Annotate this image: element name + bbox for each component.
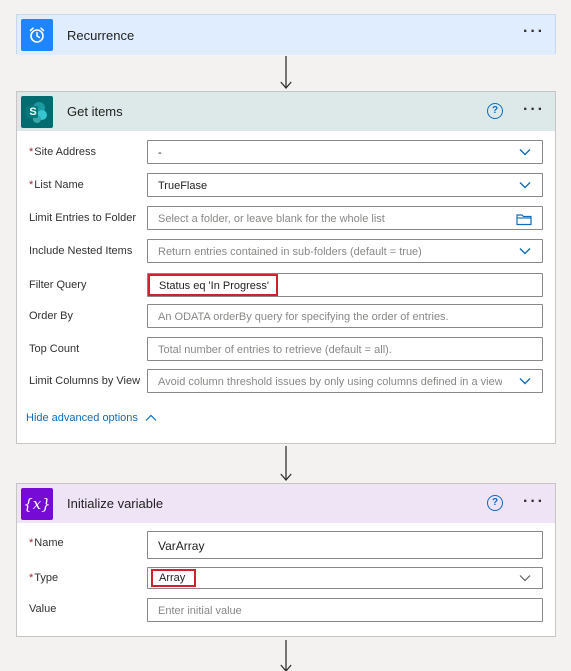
recurrence-card[interactable]: Recurrence ··· [16, 14, 556, 55]
get-items-title: Get items [67, 104, 123, 119]
variable-type-value: Array [159, 572, 186, 584]
get-items-card: S Get items ? ··· *Site Address - *List … [16, 91, 556, 444]
include-nested-placeholder: Return entries contained in sub-folders … [158, 246, 422, 258]
filter-query-value: Status eq 'In Progress' [159, 280, 269, 292]
get-items-more-menu-icon[interactable]: ··· [523, 101, 545, 119]
variable-value-placeholder: Enter initial value [158, 605, 242, 617]
connector-arrow-1 [280, 56, 292, 89]
connector-arrow-3 [280, 640, 292, 671]
list-name-value: TrueFlase [158, 180, 208, 192]
include-nested-label: Include Nested Items [29, 245, 133, 257]
top-count-row: Top Count Total number of entries to ret… [17, 337, 555, 363]
chevron-down-icon[interactable] [518, 571, 532, 585]
connector-arrow-2 [280, 446, 292, 481]
hide-advanced-options-link[interactable]: Hide advanced options [26, 412, 158, 424]
help-icon[interactable]: ? [487, 103, 503, 119]
variable-icon-glyph: {x} [23, 494, 51, 513]
top-count-placeholder: Total number of entries to retrieve (def… [158, 344, 392, 356]
filter-query-input[interactable]: Status eq 'In Progress' [147, 273, 543, 297]
filter-query-label: Filter Query [29, 279, 87, 291]
alarm-clock-icon [21, 19, 53, 51]
order-by-row: Order By An ODATA orderBy query for spec… [17, 304, 555, 330]
variable-value-input[interactable]: Enter initial value [147, 598, 543, 622]
initialize-variable-card: {x} Initialize variable ? ··· *Name VarA… [16, 483, 556, 637]
variable-name-label: *Name [29, 537, 64, 549]
initialize-variable-more-menu-icon[interactable]: ··· [523, 493, 545, 511]
variable-type-label: *Type [29, 572, 59, 584]
variable-name-row: *Name VarArray [17, 531, 555, 559]
limit-entries-label: Limit Entries to Folder [29, 212, 136, 224]
limit-entries-row: Limit Entries to Folder Select a folder,… [17, 206, 555, 232]
chevron-down-icon[interactable] [518, 244, 532, 258]
variable-icon: {x} [21, 487, 53, 520]
get-items-header[interactable]: S Get items ? ··· [17, 92, 555, 131]
order-by-label: Order By [29, 310, 74, 322]
initialize-variable-title: Initialize variable [67, 496, 164, 511]
variable-name-value: VarArray [158, 539, 205, 553]
site-address-value: - [158, 147, 162, 159]
variable-value-row: Value Enter initial value [17, 598, 555, 624]
variable-value-label: Value [29, 603, 57, 615]
limit-columns-dropdown[interactable]: Avoid column threshold issues by only us… [147, 369, 543, 393]
recurrence-header[interactable]: Recurrence ··· [17, 15, 555, 55]
hide-advanced-label: Hide advanced options [26, 412, 138, 424]
limit-entries-placeholder: Select a folder, or leave blank for the … [158, 213, 385, 225]
order-by-placeholder: An ODATA orderBy query for specifying th… [158, 311, 449, 323]
recurrence-title: Recurrence [67, 27, 135, 43]
include-nested-dropdown[interactable]: Return entries contained in sub-folders … [147, 239, 543, 263]
list-name-label: *List Name [29, 179, 84, 191]
sharepoint-icon: S [21, 95, 53, 128]
filter-query-row: Filter Query Status eq 'In Progress' [17, 273, 555, 299]
chevron-down-icon[interactable] [518, 145, 532, 159]
top-count-label: Top Count [29, 343, 80, 355]
site-address-label: *Site Address [29, 146, 97, 158]
folder-icon[interactable] [516, 212, 532, 226]
list-name-dropdown[interactable]: TrueFlase [147, 173, 543, 197]
limit-entries-input[interactable]: Select a folder, or leave blank for the … [147, 206, 543, 230]
sharepoint-letter: S [29, 105, 37, 118]
initialize-variable-header[interactable]: {x} Initialize variable ? ··· [17, 484, 555, 523]
include-nested-row: Include Nested Items Return entries cont… [17, 239, 555, 265]
chevron-up-icon [145, 414, 157, 421]
help-icon[interactable]: ? [487, 495, 503, 511]
limit-columns-label: Limit Columns by View [29, 375, 141, 387]
top-count-input[interactable]: Total number of entries to retrieve (def… [147, 337, 543, 361]
chevron-down-icon[interactable] [518, 374, 532, 388]
site-address-dropdown[interactable]: - [147, 140, 543, 164]
site-address-row: *Site Address - [17, 140, 555, 166]
limit-columns-row: Limit Columns by View Avoid column thres… [17, 369, 555, 395]
variable-name-input[interactable]: VarArray [147, 531, 543, 559]
variable-type-dropdown[interactable]: Array [147, 567, 543, 589]
chevron-down-icon[interactable] [518, 178, 532, 192]
limit-columns-placeholder: Avoid column threshold issues by only us… [158, 376, 502, 388]
recurrence-more-menu-icon[interactable]: ··· [523, 23, 545, 41]
order-by-input[interactable]: An ODATA orderBy query for specifying th… [147, 304, 543, 328]
list-name-row: *List Name TrueFlase [17, 173, 555, 199]
variable-type-row: *Type Array [17, 567, 555, 591]
